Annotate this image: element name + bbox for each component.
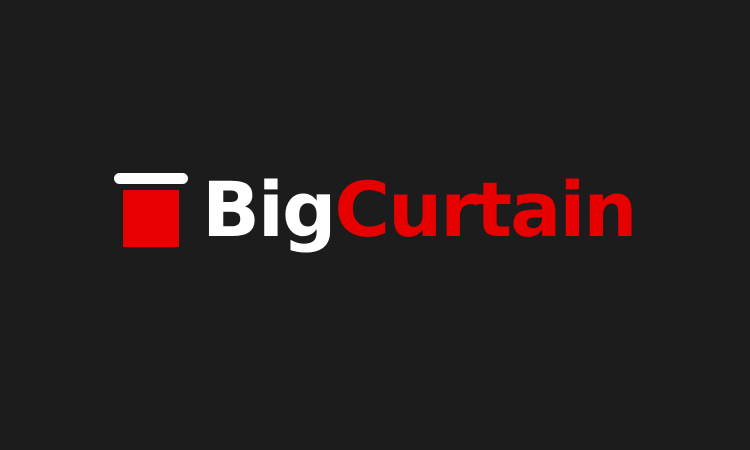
curtain-icon [114, 168, 188, 252]
curtain-panel [123, 190, 179, 247]
bigcurtain-logo: BigCurtain [114, 165, 638, 254]
wordmark-curtain: Curtain [334, 165, 637, 254]
wordmark: BigCurtain [202, 165, 638, 254]
wordmark-big: Big [202, 165, 336, 254]
curtain-rod [114, 173, 188, 184]
